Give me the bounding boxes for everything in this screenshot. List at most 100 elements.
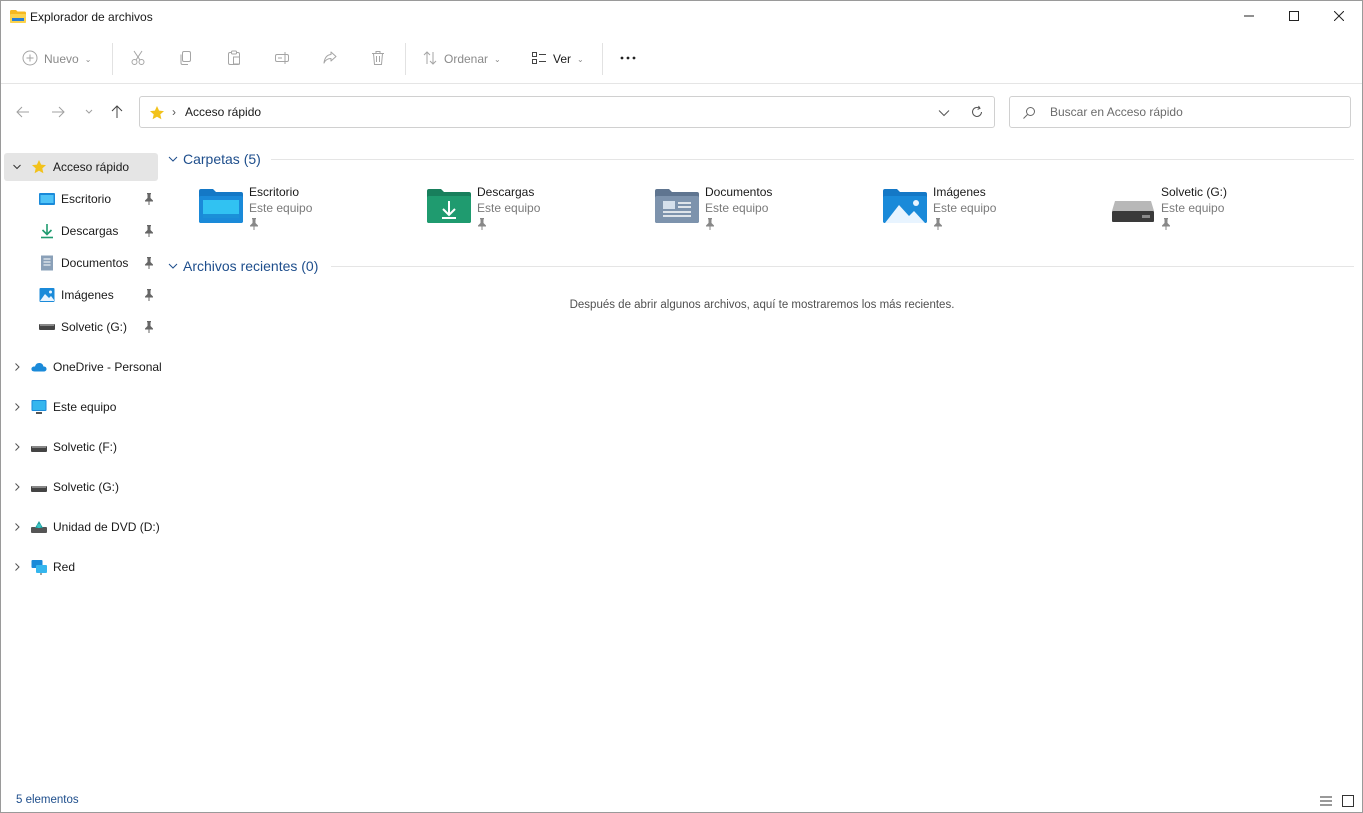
refresh-button[interactable] — [970, 105, 984, 122]
sidebar-item-solvetic-g-root[interactable]: Solvetic (G:) — [4, 473, 158, 501]
sidebar-item-solvetic-f[interactable]: Solvetic (F:) — [4, 433, 158, 461]
close-button[interactable] — [1316, 1, 1362, 31]
pin-icon[interactable] — [144, 193, 154, 208]
share-icon — [322, 50, 338, 69]
sidebar-item-quick-access[interactable]: Acceso rápido — [4, 153, 158, 181]
search-icon — [1022, 106, 1036, 123]
folder-location: Este equipo — [1161, 201, 1225, 215]
dvd-icon — [31, 519, 47, 535]
sidebar-item-label: Este equipo — [53, 400, 117, 414]
folders-group-header[interactable]: Carpetas (5) — [167, 151, 261, 167]
pin-icon[interactable] — [144, 321, 154, 336]
address-bar[interactable]: › Acceso rápido — [139, 96, 995, 128]
recent-locations-button[interactable] — [78, 101, 100, 123]
pin-icon — [477, 218, 487, 233]
star-icon — [31, 159, 47, 175]
chevron-right-icon[interactable] — [11, 361, 23, 373]
file-explorer-icon — [10, 10, 26, 23]
chevron-down-icon: ⌄ — [84, 54, 92, 64]
folder-tile-escritorio[interactable]: Escritorio Este equipo — [199, 183, 399, 233]
folder-location: Este equipo — [933, 201, 997, 215]
folder-tile-descargas[interactable]: Descargas Este equipo — [427, 183, 627, 233]
folder-name: Descargas — [477, 185, 535, 199]
file-explorer-window: Explorador de archivos Nuevo ⌄ Ordenar ⌄… — [0, 0, 1363, 813]
document-icon — [39, 255, 55, 271]
chevron-down-icon[interactable] — [11, 161, 23, 173]
chevron-right-icon[interactable] — [11, 561, 23, 573]
rename-button[interactable] — [274, 45, 290, 73]
folder-tile-documentos[interactable]: Documentos Este equipo — [655, 183, 855, 233]
sidebar-item-red[interactable]: Red — [4, 553, 158, 581]
folder-tile-imagenes[interactable]: Imágenes Este equipo — [883, 183, 1083, 233]
sort-button[interactable]: Ordenar ⌄ — [422, 45, 501, 73]
sidebar-item-solvetic-g[interactable]: Solvetic (G:) — [4, 313, 158, 341]
group-divider — [331, 266, 1354, 267]
sort-button-label: Ordenar — [444, 52, 489, 66]
folder-location: Este equipo — [705, 201, 769, 215]
arrow-up-icon — [111, 105, 123, 118]
more-icon — [619, 50, 637, 69]
new-button[interactable]: Nuevo ⌄ — [22, 45, 91, 73]
minimize-button[interactable] — [1226, 1, 1272, 31]
recent-files-group-header[interactable]: Archivos recientes (0) — [167, 258, 318, 274]
back-button[interactable] — [12, 101, 34, 123]
sidebar-item-este-equipo[interactable]: Este equipo — [4, 393, 158, 421]
address-history-dropdown[interactable] — [938, 106, 950, 120]
more-options-button[interactable] — [619, 45, 637, 73]
forward-button[interactable] — [47, 101, 69, 123]
star-icon — [149, 105, 165, 124]
breadcrumb-current[interactable]: Acceso rápido — [185, 105, 261, 119]
view-button[interactable]: Ver ⌄ — [531, 45, 584, 73]
sidebar-item-escritorio[interactable]: Escritorio — [4, 185, 158, 213]
item-count: 5 elementos — [16, 794, 79, 806]
chevron-right-icon[interactable] — [11, 521, 23, 533]
sidebar-item-descargas[interactable]: Descargas — [4, 217, 158, 245]
sidebar-item-label: Solvetic (F:) — [53, 440, 118, 454]
share-button[interactable] — [322, 45, 338, 73]
sidebar-item-dvd[interactable]: Unidad de DVD (D:) — [4, 513, 160, 541]
sidebar-item-onedrive[interactable]: OneDrive - Personal — [4, 353, 162, 381]
sidebar-item-label: Unidad de DVD (D:) — [53, 520, 160, 534]
sidebar-item-documentos[interactable]: Documentos — [4, 249, 158, 277]
toolbar-separator — [112, 43, 113, 75]
sidebar-item-label: Solvetic (G:) — [61, 320, 128, 334]
drive-icon — [39, 319, 55, 335]
breadcrumb-chevron-icon: › — [172, 105, 176, 119]
chevron-down-icon: ⌄ — [494, 54, 501, 64]
paste-button[interactable] — [226, 45, 242, 73]
navigation-pane: Acceso rápido Escritorio Descargas Docum… — [1, 149, 162, 789]
folder-name: Solvetic (G:) — [1161, 185, 1228, 199]
pin-icon[interactable] — [144, 257, 154, 272]
chevron-right-icon[interactable] — [11, 441, 23, 453]
chevron-down-icon: ⌄ — [577, 54, 584, 64]
sort-icon — [422, 50, 438, 69]
pin-icon[interactable] — [144, 225, 154, 240]
copy-button[interactable] — [178, 45, 194, 73]
tiles-view-button[interactable] — [1341, 794, 1355, 811]
folder-tile-solvetic-g[interactable]: Solvetic (G:) Este equipo — [1111, 183, 1311, 233]
pin-icon — [933, 218, 943, 233]
pictures-folder-icon — [883, 187, 927, 225]
documents-folder-icon — [655, 187, 699, 225]
search-box[interactable]: Buscar en Acceso rápido — [1009, 96, 1351, 128]
maximize-button[interactable] — [1271, 1, 1317, 31]
folder-name: Imágenes — [933, 185, 986, 199]
folders-group-title: Carpetas (5) — [183, 151, 261, 167]
pin-icon — [705, 218, 715, 233]
clipboard-icon — [226, 50, 242, 69]
delete-button[interactable] — [370, 45, 386, 73]
details-view-button[interactable] — [1319, 794, 1333, 811]
recent-files-group-title: Archivos recientes (0) — [183, 258, 319, 274]
chevron-down-icon — [85, 109, 93, 114]
chevron-right-icon[interactable] — [11, 481, 23, 493]
drive-icon — [31, 481, 47, 497]
cut-button[interactable] — [130, 45, 146, 73]
up-button[interactable] — [106, 101, 128, 123]
view-icon — [531, 50, 547, 69]
chevron-right-icon[interactable] — [11, 401, 23, 413]
refresh-icon — [972, 105, 982, 117]
plus-icon — [22, 50, 38, 69]
title-bar[interactable]: Explorador de archivos — [1, 1, 1362, 33]
sidebar-item-label: Solvetic (G:) — [53, 480, 120, 494]
toolbar-separator — [405, 43, 406, 75]
